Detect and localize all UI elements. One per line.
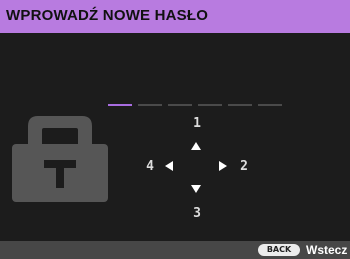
password-slot bbox=[258, 104, 282, 106]
lock-icon bbox=[12, 116, 108, 202]
password-slot bbox=[198, 104, 222, 106]
password-slot bbox=[108, 104, 132, 106]
password-slot bbox=[168, 104, 192, 106]
keypad-label-left: 4 bbox=[146, 159, 154, 174]
title-bar: WPROWADŹ NOWE HASŁO bbox=[0, 0, 350, 33]
arrow-right-icon[interactable] bbox=[219, 161, 227, 171]
keypad-label-up: 1 bbox=[193, 116, 201, 131]
arrow-up-icon[interactable] bbox=[191, 142, 201, 150]
password-slot bbox=[138, 104, 162, 106]
keypad-label-right: 2 bbox=[240, 159, 248, 174]
password-dialog: WPROWADŹ NOWE HASŁO 1 4 2 3 BACK Wstecz bbox=[0, 0, 350, 259]
keypad-label-down: 3 bbox=[193, 206, 201, 221]
back-button-label[interactable]: Wstecz bbox=[306, 243, 347, 257]
dialog-title: WPROWADŹ NOWE HASŁO bbox=[6, 7, 209, 24]
password-slot bbox=[228, 104, 252, 106]
arrow-down-icon[interactable] bbox=[191, 185, 201, 193]
back-key-icon[interactable]: BACK bbox=[258, 244, 300, 256]
arrow-left-icon[interactable] bbox=[165, 161, 173, 171]
